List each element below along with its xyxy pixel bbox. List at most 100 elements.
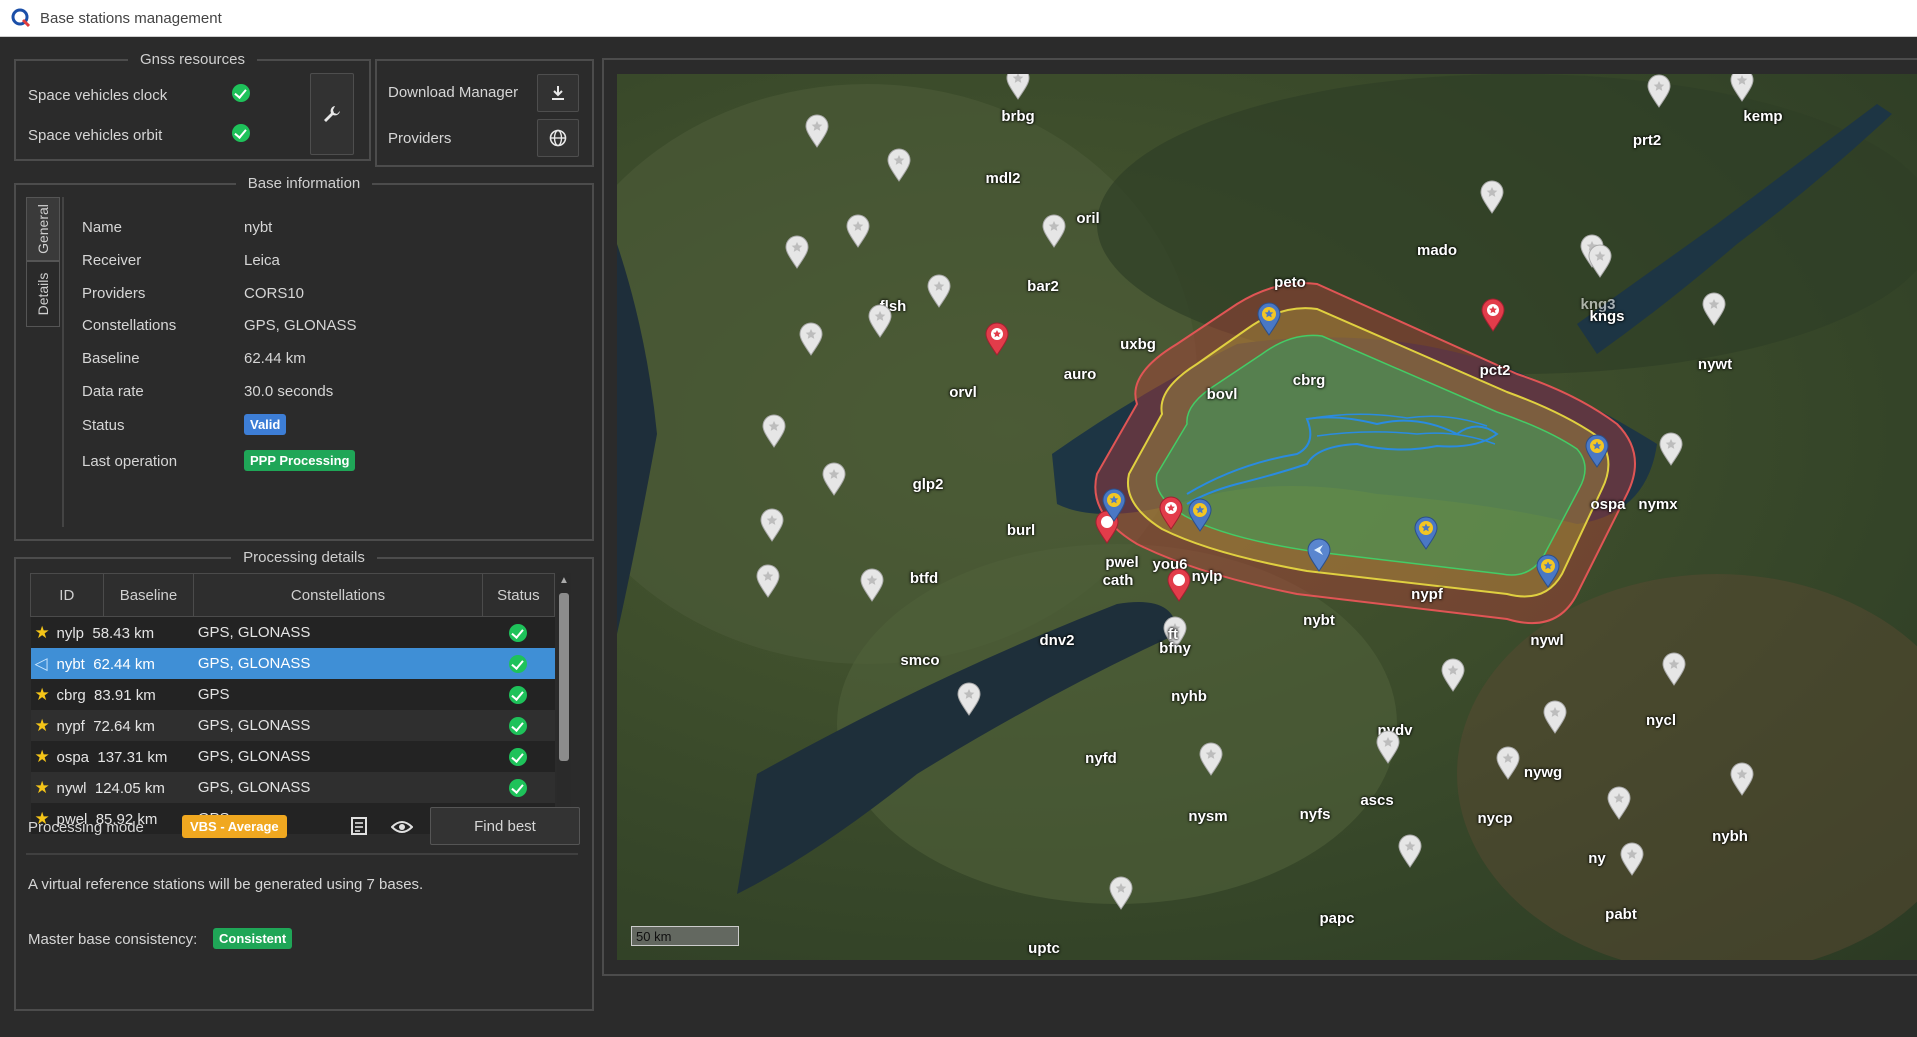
download-manager-label: Download Manager [388, 84, 519, 101]
station-marker-nywg[interactable] [1542, 700, 1568, 734]
station-marker-nybh[interactable] [1729, 762, 1755, 796]
station-label-nycl: nycl [1645, 712, 1677, 729]
field-label-receiver: Receiver [82, 252, 142, 269]
station-marker-ft[interactable] [1166, 568, 1192, 602]
status-ok-icon [509, 623, 528, 642]
station-marker-papc[interactable] [1397, 834, 1423, 868]
download-manager-button[interactable] [537, 74, 579, 112]
station-label-oril: oril [1076, 210, 1100, 227]
station-marker-nywt[interactable] [1701, 292, 1727, 326]
station-marker-nyfd[interactable] [956, 682, 982, 716]
station-marker-uxbg[interactable] [926, 274, 952, 308]
station-marker-nymx[interactable] [1658, 432, 1684, 466]
tab-general[interactable]: General [26, 197, 60, 261]
field-value-baseline: 62.44 km [244, 350, 306, 367]
station-marker-bar2[interactable] [845, 214, 871, 248]
table-row[interactable]: ★ ospa 137.31 km GPS, GLONASS [30, 741, 555, 772]
providers-button[interactable] [537, 119, 579, 157]
field-value-constellations: GPS, GLONASS [244, 317, 357, 334]
station-marker-pwel[interactable] [1101, 488, 1127, 522]
station-marker-flsh[interactable] [784, 235, 810, 269]
station-marker-glp2[interactable] [761, 414, 787, 448]
column-header-baseline[interactable]: Baseline [102, 573, 195, 617]
row-constellations: GPS, GLONASS [197, 624, 311, 641]
eye-icon[interactable] [391, 819, 413, 835]
gnss-resources-legend: Gnss resources [139, 51, 246, 68]
table-scrollbar[interactable]: ▲ ▼ [557, 573, 571, 831]
station-label-bovl: bovl [1206, 386, 1238, 403]
station-marker-uptc[interactable] [1108, 876, 1134, 910]
station-label-mado: mado [1416, 242, 1458, 259]
station-marker-nydv[interactable] [1440, 658, 1466, 692]
title-bar: Base stations management [0, 0, 1917, 37]
scroll-up-icon[interactable]: ▲ [559, 575, 569, 586]
field-label-last-operation: Last operation [82, 453, 178, 470]
status-ok-icon [509, 747, 528, 766]
station-marker-kngs[interactable] [1587, 244, 1613, 278]
station-marker-brbg[interactable] [1005, 74, 1031, 100]
column-header-status[interactable]: Status [481, 573, 556, 617]
station-marker-mdl2[interactable] [804, 114, 830, 148]
document-icon[interactable] [350, 816, 368, 836]
status-ok-icon [509, 778, 528, 797]
star-icon: ★ [34, 746, 50, 766]
table-row[interactable]: ★ nypf 72.64 km GPS, GLONASS [30, 710, 555, 741]
station-marker-nysm[interactable] [1198, 742, 1224, 776]
station-marker-pct2[interactable] [1480, 298, 1506, 332]
station-marker-btfd[interactable] [759, 508, 785, 542]
station-marker-orvl[interactable] [798, 322, 824, 356]
tab-divider [62, 197, 64, 527]
station-marker-burl[interactable] [821, 462, 847, 496]
station-marker-bovl[interactable] [984, 322, 1010, 356]
station-marker-cbrg[interactable] [1256, 302, 1282, 336]
station-label-glp2: glp2 [912, 476, 944, 493]
station-marker-prt2[interactable] [1646, 74, 1672, 108]
processing-mode-label: Processing mode [28, 819, 144, 836]
station-label-nycp: nycp [1477, 810, 1513, 827]
station-marker-nycl[interactable] [1661, 652, 1687, 686]
station-label-nyfs: nyfs [1299, 806, 1331, 823]
table-row-selected[interactable]: ◁ nybt 62.44 km GPS, GLONASS [30, 648, 555, 679]
station-marker-nywl[interactable] [1535, 554, 1561, 588]
table-row[interactable]: ★ nylp 58.43 km GPS, GLONASS [30, 616, 555, 648]
station-marker-ny[interactable] [1606, 786, 1632, 820]
station-marker-smco[interactable] [755, 564, 781, 598]
station-label-uxbg: uxbg [1120, 336, 1156, 353]
field-label-baseline: Baseline [82, 350, 140, 367]
station-marker-pabt[interactable] [1619, 842, 1645, 876]
station-marker-nycp[interactable] [1495, 746, 1521, 780]
station-marker-nypf[interactable] [1413, 516, 1439, 550]
field-label-constellations: Constellations [82, 317, 177, 334]
station-marker-nybt-master[interactable] [1306, 538, 1332, 572]
scrollbar-thumb[interactable] [559, 593, 569, 761]
field-value-receiver: Leica [244, 252, 280, 269]
station-marker-nylp[interactable] [1187, 498, 1213, 532]
station-marker-auro[interactable] [867, 304, 893, 338]
field-label-status: Status [82, 417, 125, 434]
station-marker-dnv2[interactable] [859, 568, 885, 602]
column-header-constellations[interactable]: Constellations [193, 573, 483, 617]
station-label-pct2: pct2 [1479, 362, 1511, 379]
station-label-nyhb: nyhb [1171, 688, 1207, 705]
processing-mode-badge[interactable]: VBS - Average [182, 815, 287, 838]
station-label-nyfd: nyfd [1085, 750, 1117, 767]
station-marker-ospa[interactable] [1584, 434, 1610, 468]
column-header-id[interactable]: ID [30, 573, 104, 617]
table-row[interactable]: ★ cbrg 83.91 km GPS [30, 679, 555, 710]
find-best-button[interactable]: Find best [430, 807, 580, 845]
station-label-cath: cath [1102, 572, 1134, 589]
last-operation-badge: PPP Processing [244, 450, 356, 471]
table-row[interactable]: ★ nywl 124.05 km GPS, GLONASS [30, 772, 555, 803]
station-marker-you6[interactable] [1158, 496, 1184, 530]
map-view[interactable]: brbg kemp prt2 mdl2 oril mado peto bar2 … [617, 74, 1917, 960]
station-marker-nyfs[interactable] [1375, 730, 1401, 764]
tab-details[interactable]: Details [26, 261, 60, 327]
station-label-nysm: nysm [1188, 808, 1228, 825]
station-marker-mado[interactable] [1479, 180, 1505, 214]
station-marker-oril[interactable] [886, 148, 912, 182]
processing-info-text: A virtual reference stations will be gen… [28, 876, 424, 893]
station-marker-peto[interactable] [1041, 214, 1067, 248]
settings-wrench-button[interactable] [310, 73, 354, 155]
station-marker-kemp[interactable] [1729, 74, 1755, 102]
station-label-uptc: uptc [1028, 940, 1060, 957]
